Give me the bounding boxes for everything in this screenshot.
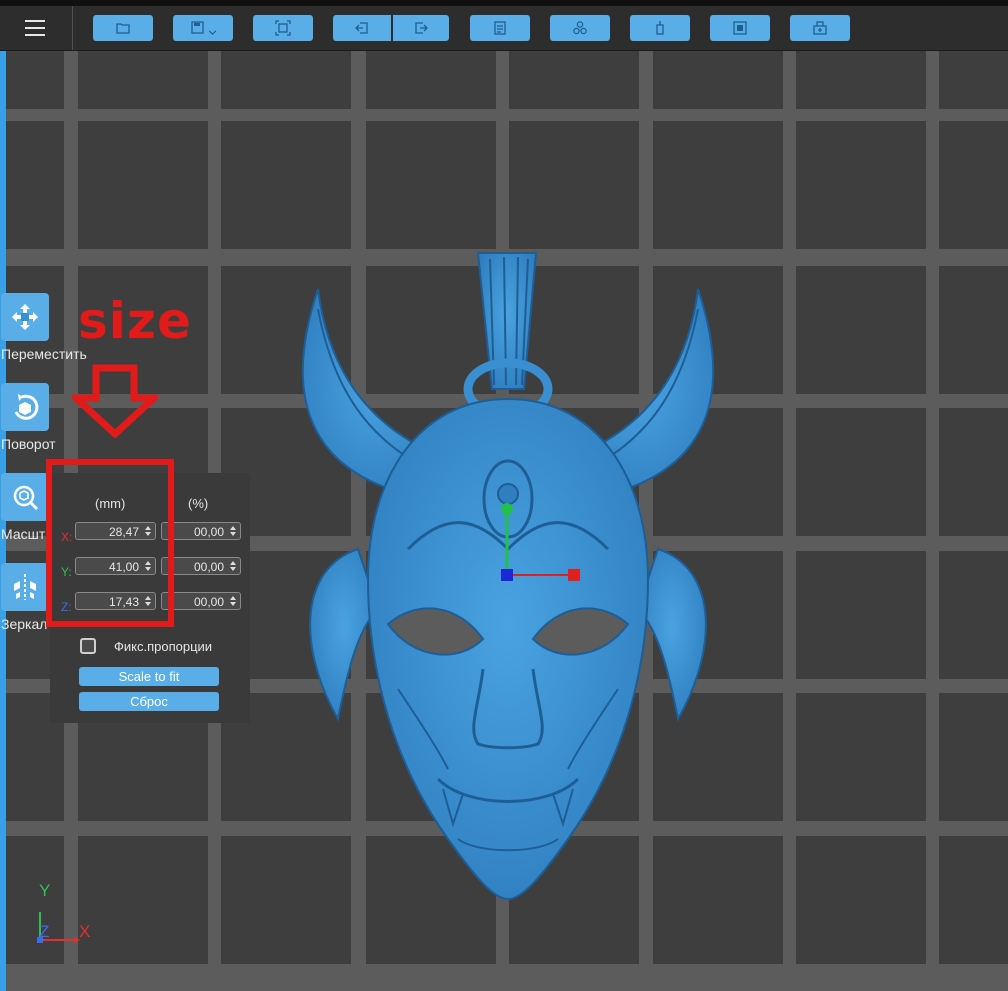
grid-cell: [796, 551, 926, 679]
axis-x-label: X: [79, 922, 91, 941]
scale-tool-label: Масшт: [1, 526, 46, 542]
slice-button[interactable]: [710, 15, 770, 41]
grid-cell: [653, 121, 783, 249]
percent-column-header: (%): [188, 496, 209, 511]
spinner-arrows-icon[interactable]: [229, 594, 237, 608]
annotation-highlight-box: [46, 459, 174, 627]
export-button[interactable]: [393, 15, 449, 41]
arrange-icon: [573, 21, 587, 35]
top-toolbar: [0, 6, 1008, 51]
annotation-size-text: size: [78, 292, 192, 350]
move-tool-button[interactable]: [1, 293, 49, 341]
axis-z-label: Z: [39, 922, 50, 941]
grid-cell: [939, 408, 1008, 536]
import-icon: [355, 22, 368, 34]
import-button[interactable]: [333, 15, 391, 41]
grid-cell: [509, 121, 639, 249]
open-file-button[interactable]: [93, 15, 153, 41]
fit-view-button[interactable]: [253, 15, 313, 41]
spinner-arrows-icon[interactable]: [229, 524, 237, 538]
support-icon: [656, 21, 664, 35]
grid-cell: [939, 836, 1008, 964]
grid-cell: [796, 836, 926, 964]
grid-cell: [939, 551, 1008, 679]
export-icon: [415, 22, 428, 34]
toolbar-separator: [72, 6, 73, 50]
arrange-button[interactable]: [550, 15, 610, 41]
reset-button[interactable]: Сброс: [79, 692, 219, 711]
grid-cell: [6, 51, 64, 109]
grid-cell: [796, 693, 926, 821]
grid-cell: [366, 121, 496, 249]
grid-cell: [796, 51, 926, 109]
spinner-arrows-icon[interactable]: [229, 559, 237, 573]
rotate-icon: [14, 394, 39, 420]
grid-cell: [939, 51, 1008, 109]
grid-cell: [796, 121, 926, 249]
save-icon: [190, 21, 204, 34]
grid-cell: [78, 121, 208, 249]
rotate-tool-label: Поворот: [1, 436, 56, 452]
grid-cell: [653, 51, 783, 109]
document-button[interactable]: [470, 15, 530, 41]
down-arrow-icon: [72, 364, 158, 438]
hamburger-icon[interactable]: [16, 14, 54, 42]
grid-cell: [6, 121, 64, 249]
mirror-icon: [14, 574, 36, 600]
move-tool-label: Переместить: [1, 346, 87, 362]
rotate-tool-button[interactable]: [1, 383, 49, 431]
scale-icon: [13, 485, 39, 511]
lock-proportions-label: Фикс.пропорции: [114, 639, 213, 654]
grid-cell: [796, 408, 926, 536]
save-button[interactable]: [173, 15, 233, 41]
grid-cell: [939, 693, 1008, 821]
chevron-down-icon: [208, 29, 216, 35]
mirror-tool-label: Зеркал: [1, 616, 48, 632]
fit-view-icon: [275, 20, 291, 36]
grid-cell: [366, 51, 496, 109]
transform-gizmo[interactable]: [496, 501, 586, 591]
open-file-icon: [116, 23, 130, 34]
lock-proportions-checkbox[interactable]: [80, 638, 96, 654]
grid-cell: [796, 266, 926, 394]
axis-indicator: Y Z X: [30, 878, 100, 948]
print-button[interactable]: [790, 15, 850, 41]
grid-cell: [221, 51, 351, 109]
slice-icon: [733, 21, 747, 35]
move-icon: [12, 304, 38, 330]
grid-cell: [509, 51, 639, 109]
grid-cell: [78, 51, 208, 109]
grid-cell: [939, 266, 1008, 394]
document-icon: [494, 21, 506, 35]
scale-to-fit-button[interactable]: Scale to fit: [79, 667, 219, 686]
support-button[interactable]: [630, 15, 690, 41]
print-icon: [813, 21, 827, 35]
grid-cell: [939, 121, 1008, 249]
scale-tool-button[interactable]: [1, 473, 49, 521]
grid-cell: [221, 121, 351, 249]
mirror-tool-button[interactable]: [1, 563, 49, 611]
axis-y-label: Y: [39, 881, 51, 900]
